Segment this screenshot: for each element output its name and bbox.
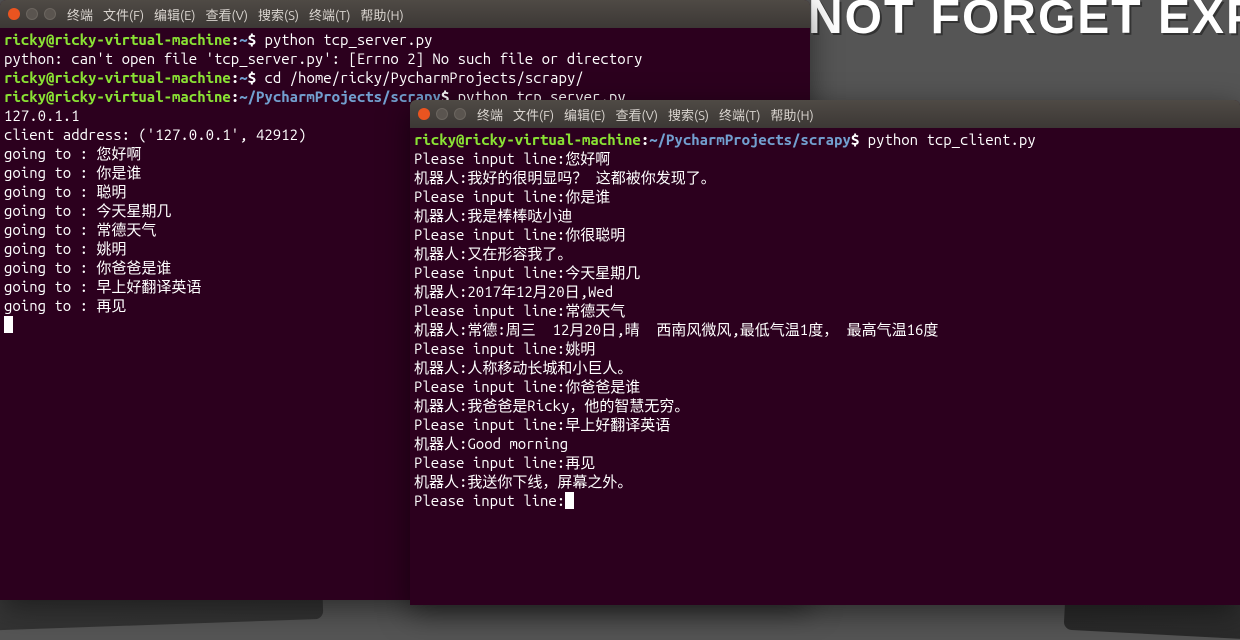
menu-help[interactable]: 帮助(H) bbox=[767, 105, 816, 124]
maximize-icon[interactable] bbox=[454, 108, 466, 120]
menu-terminal2[interactable]: 终端(T) bbox=[716, 105, 763, 124]
menu-bar: 终端 文件(F) 编辑(E) 查看(V) 搜索(S) 终端(T) 帮助(H) bbox=[474, 105, 817, 124]
menu-file[interactable]: 文件(F) bbox=[510, 105, 557, 124]
menu-view[interactable]: 查看(V) bbox=[613, 105, 661, 124]
menu-bar: 终端 文件(F) 编辑(E) 查看(V) 搜索(S) 终端(T) 帮助(H) bbox=[64, 5, 407, 24]
menu-file[interactable]: 文件(F) bbox=[100, 5, 147, 24]
minimize-icon[interactable] bbox=[436, 108, 448, 120]
menu-terminal[interactable]: 终端 bbox=[474, 105, 506, 124]
close-icon[interactable] bbox=[8, 8, 20, 20]
menu-search[interactable]: 搜索(S) bbox=[665, 105, 712, 124]
titlebar[interactable]: 终端 文件(F) 编辑(E) 查看(V) 搜索(S) 终端(T) 帮助(H) bbox=[0, 0, 810, 28]
maximize-icon[interactable] bbox=[44, 8, 56, 20]
window-controls bbox=[8, 8, 56, 20]
terminal-window-client[interactable]: 终端 文件(F) 编辑(E) 查看(V) 搜索(S) 终端(T) 帮助(H) r… bbox=[410, 100, 1240, 605]
menu-edit[interactable]: 编辑(E) bbox=[151, 5, 198, 24]
menu-terminal2[interactable]: 终端(T) bbox=[306, 5, 353, 24]
terminal-output[interactable]: ricky@ricky-virtual-machine:~/PycharmPro… bbox=[410, 128, 1240, 605]
window-controls bbox=[418, 108, 466, 120]
menu-edit[interactable]: 编辑(E) bbox=[561, 105, 608, 124]
minimize-icon[interactable] bbox=[26, 8, 38, 20]
menu-terminal[interactable]: 终端 bbox=[64, 5, 96, 24]
menu-search[interactable]: 搜索(S) bbox=[255, 5, 302, 24]
menu-view[interactable]: 查看(V) bbox=[203, 5, 251, 24]
menu-help[interactable]: 帮助(H) bbox=[357, 5, 406, 24]
close-icon[interactable] bbox=[418, 108, 430, 120]
titlebar[interactable]: 终端 文件(F) 编辑(E) 查看(V) 搜索(S) 终端(T) 帮助(H) bbox=[410, 100, 1240, 128]
